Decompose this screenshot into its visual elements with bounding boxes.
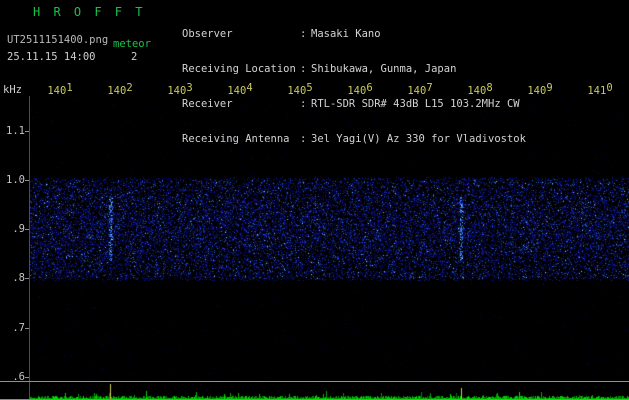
app-title: H R O F F T [33, 5, 146, 19]
output-filename: UT2511151400.png [7, 34, 109, 46]
info-value: Shibukawa, Gunma, Japan [311, 62, 457, 75]
info-row-location: Receiving Location: Shibukawa, Gunma, Jap… [182, 62, 526, 76]
signal-level-strip [0, 382, 629, 399]
frequency-tick-label: .9 [12, 223, 25, 236]
frequency-tick-label: 1.1 [6, 124, 25, 137]
frequency-axis: 1.1 1.0.9.8.7.6 [0, 96, 29, 396]
observation-code: meteor [113, 38, 151, 50]
datetime-label: 25.11.15 14:00 [7, 51, 96, 63]
info-row-observer: Observer: Masaki Kano [182, 28, 526, 41]
info-label: Observer [182, 28, 233, 41]
colon-separator: : [300, 28, 307, 41]
info-label: Receiving Location [182, 62, 296, 75]
hrofft-screen: H R O F F T UT2511151400.png meteor 25.1… [0, 0, 629, 400]
info-value: Masaki Kano [311, 28, 381, 41]
colon-separator: : [300, 62, 307, 75]
spectrogram-canvas [30, 96, 629, 382]
frequency-tick-label: .7 [12, 321, 25, 334]
frequency-tick-label: 1.0 [6, 173, 25, 186]
frequency-tick-label: .8 [12, 272, 25, 285]
counter-label: 2 [131, 51, 138, 63]
